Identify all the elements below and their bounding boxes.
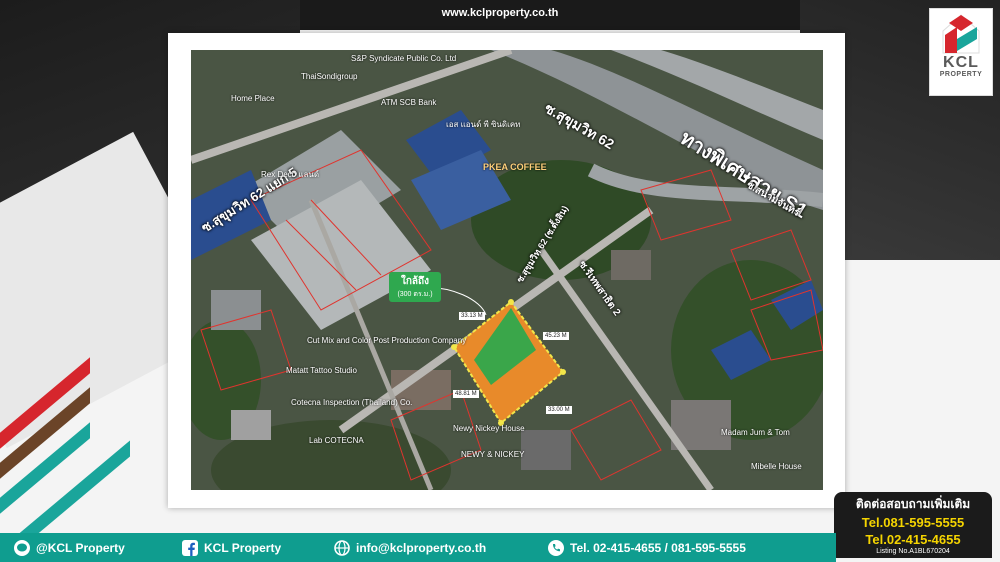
phone-icon — [548, 540, 564, 556]
poi-newy-nickey-house: Newy Nickey House — [453, 424, 525, 433]
house-logo-icon — [942, 14, 980, 54]
poi-spsyn: เอส แอนด์ พี ซินดิเคท — [446, 120, 521, 129]
contact-tel-mobile[interactable]: Tel.081-595-5555 — [834, 514, 992, 531]
poi-atm: ATM SCB Bank — [381, 98, 437, 107]
footer-email-label: info@kclproperty.co.th — [356, 541, 487, 555]
poi-lab-cotecna: Lab COTECNA — [309, 436, 364, 445]
poi-mibelle: Mibelle House — [751, 462, 802, 471]
listing-number: Listing No.A1BL670204 — [876, 548, 950, 555]
satellite-map[interactable]: ทางพิเศษสาย S1 ซ.สุขุมวิท 62 ซ.สุขุมวิท … — [191, 50, 823, 490]
poi-sp: S&P Syndicate Public Co. Ltd — [351, 54, 457, 63]
logo-name: KCL — [943, 54, 979, 71]
dimension-label: 33.13 M — [459, 312, 485, 320]
distance-tag: ใกล้ถึง (300 ตร.ม.) — [389, 272, 441, 302]
distance-tag-sub: (300 ตร.ม.) — [397, 291, 433, 298]
line-icon — [14, 540, 30, 556]
dimension-label: 48.81 M — [453, 390, 479, 398]
poi-cotecna: Cotecna Inspection (Thailand) Co. — [291, 398, 413, 407]
footer-phone-label: Tel. 02-415-4655 / 081-595-5555 — [570, 541, 746, 555]
contact-tel-office[interactable]: Tel.02-415-4655 — [834, 531, 992, 548]
poi-rex-deco: Rex Deco แลนด์ — [261, 170, 320, 179]
contact-title: ติดต่อสอบถามเพิ่มเติม — [855, 497, 971, 511]
poi-matatt: Matatt Tattoo Studio — [286, 366, 358, 375]
globe-icon — [334, 540, 350, 556]
footer-email[interactable]: info@kclproperty.co.th — [334, 540, 486, 556]
poi-newy-nickey: NEWY & NICKEY — [461, 450, 525, 459]
distance-tag-main: ใกล้ถึง — [400, 276, 429, 287]
facebook-icon — [182, 540, 198, 556]
dimension-label: 45.23 M — [543, 332, 569, 340]
site-url[interactable]: www.kclproperty.co.th — [0, 7, 1000, 19]
poi-thaisondi: ThaiSondigroup — [301, 72, 358, 81]
logo-subtitle: PROPERTY — [939, 71, 983, 78]
poi-home-place: Home Place — [231, 94, 275, 103]
footer-line[interactable]: @KCL Property — [14, 540, 125, 556]
footer-phone[interactable]: Tel. 02-415-4655 / 081-595-5555 — [548, 540, 746, 556]
kcl-logo: KCL PROPERTY — [929, 8, 993, 96]
map-frame: ทางพิเศษสาย S1 ซ.สุขุมวิท 62 ซ.สุขุมวิท … — [168, 33, 845, 508]
poi-cut-mix: Cut Mix and Color Post Production Compan… — [307, 336, 467, 345]
footer-line-label: @KCL Property — [36, 541, 125, 555]
poi-pkea-coffee: PKEA COFFEE — [483, 162, 547, 172]
poi-madam: Madam Jum & Tom — [721, 428, 790, 437]
dimension-label: 33.00 M — [546, 406, 572, 414]
footer-bar: @KCL Property KCL Property info@kclprope… — [0, 533, 836, 562]
footer-facebook-label: KCL Property — [204, 541, 282, 555]
footer-facebook[interactable]: KCL Property — [182, 540, 281, 556]
contact-box: ติดต่อสอบถามเพิ่มเติม Tel.081-595-5555 T… — [834, 492, 992, 558]
